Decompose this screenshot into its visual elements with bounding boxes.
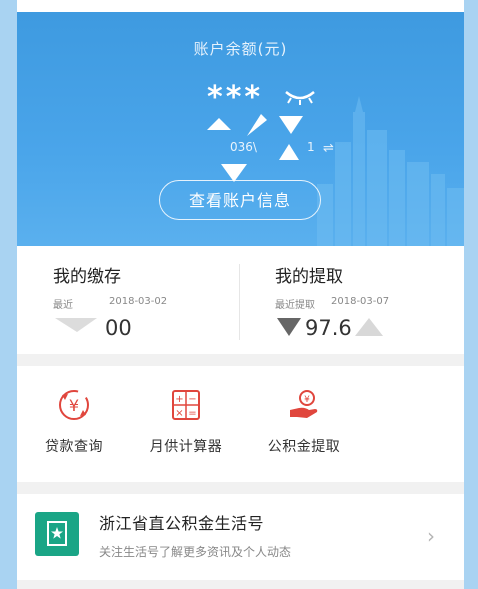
tools-grid: ¥ 贷款查询 + − × = 月供计算器 ¥ 公积金提取 (17, 366, 464, 482)
chevron-right-icon: › (427, 524, 435, 548)
bottom-gap (17, 580, 464, 589)
deposit-value: 00 (105, 316, 132, 340)
withdraw-masked-mark (277, 318, 301, 336)
life-account-subtitle: 关注生活号了解更多资讯及个人动态 (99, 545, 292, 559)
section-gap (17, 354, 464, 366)
tool-withdraw-label: 公积金提取 (267, 439, 341, 455)
tool-calculator[interactable]: + − × = 月供计算器 (141, 388, 231, 456)
summary-section: 我的缴存 最近 2018-03-02 00 我的提取 最近提取 2018-03-… (17, 246, 464, 354)
yen-coin-icon: ¥ (59, 390, 89, 420)
svg-text:¥: ¥ (304, 395, 310, 405)
svg-text:+: + (175, 394, 183, 405)
swap-icon[interactable]: ⇌ (323, 141, 334, 156)
svg-text:¥: ¥ (69, 396, 79, 415)
tool-loan-query-label: 贷款查询 (45, 439, 103, 455)
withdraw-date: 2018-03-07 (331, 296, 390, 307)
account-number-fragment-2: 1 (307, 140, 315, 154)
deposit-date: 2018-03-02 (109, 296, 168, 307)
top-strip (17, 0, 464, 12)
withdraw-masked-mark-2 (355, 318, 383, 336)
view-account-info-button[interactable]: 查看账户信息 (159, 180, 321, 220)
coin-hand-icon: ¥ (290, 390, 318, 418)
balance-panel: 账户余额(元) *** 036\ 1 ⇌ 查看账户信息 (17, 12, 464, 246)
svg-text:=: = (188, 408, 196, 419)
life-account-row[interactable]: 浙江省直公积金生活号 关注生活号了解更多资讯及个人动态 › (17, 494, 464, 580)
masked-balance: *** (207, 80, 264, 115)
calculator-icon: + − × = (172, 390, 200, 420)
withdraw-date-label: 最近提取 (275, 300, 315, 311)
deposit-title: 我的缴存 (53, 267, 121, 287)
withdraw-title: 我的提取 (275, 267, 343, 287)
balance-title: 账户余额(元) (193, 40, 288, 58)
svg-text:×: × (175, 408, 183, 419)
svg-text:−: − (188, 394, 196, 405)
star-bookmark-icon (35, 512, 79, 556)
deposit-date-label: 最近 (53, 300, 73, 311)
closed-eye-icon[interactable] (283, 86, 317, 106)
tool-loan-query[interactable]: ¥ 贷款查询 (35, 388, 113, 456)
life-account-title: 浙江省直公积金生活号 (99, 514, 265, 533)
withdraw-value: 97.6 (305, 316, 352, 340)
tool-calculator-label: 月供计算器 (149, 439, 223, 455)
app-screen: 账户余额(元) *** 036\ 1 ⇌ 查看账户信息 我的缴存 最近 2018… (17, 0, 464, 589)
deposit-masked-mark (55, 318, 97, 332)
summary-divider (239, 264, 240, 340)
tool-withdraw[interactable]: ¥ 公积金提取 (255, 388, 353, 456)
section-gap-2 (17, 482, 464, 494)
account-number-fragment: 036\ (230, 140, 257, 154)
